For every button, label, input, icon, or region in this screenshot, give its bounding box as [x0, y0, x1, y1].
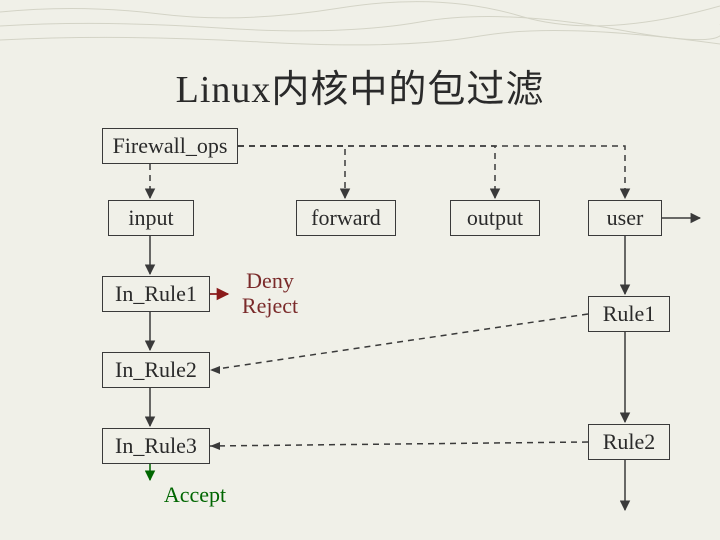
node-output: output — [450, 200, 540, 236]
node-rule2: Rule2 — [588, 424, 670, 460]
node-rule1: Rule1 — [588, 296, 670, 332]
bg-texture — [0, 0, 720, 60]
node-in-rule2: In_Rule2 — [102, 352, 210, 388]
node-forward: forward — [296, 200, 396, 236]
deny-text: Deny — [246, 268, 294, 293]
slide-title: Linux内核中的包过滤 — [0, 58, 720, 113]
node-firewall-ops: Firewall_ops — [102, 128, 238, 164]
node-user: user — [588, 200, 662, 236]
node-in-rule1: In_Rule1 — [102, 276, 210, 312]
label-deny-reject: Deny Reject — [230, 268, 310, 319]
node-in-rule3: In_Rule3 — [102, 428, 210, 464]
node-input: input — [108, 200, 194, 236]
label-accept: Accept — [150, 482, 240, 508]
reject-text: Reject — [242, 293, 298, 318]
